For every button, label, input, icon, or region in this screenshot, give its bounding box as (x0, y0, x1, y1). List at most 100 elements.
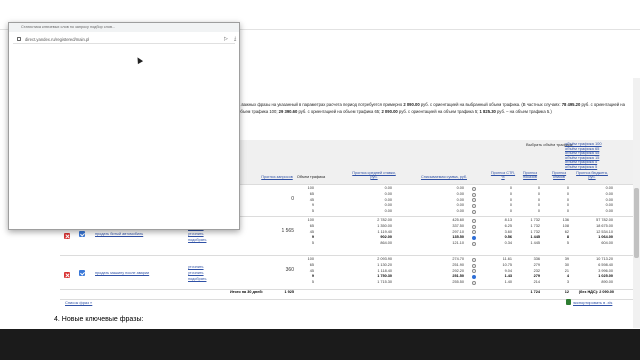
popup-window[interactable]: Статистика ключевых слов по запросу подб… (8, 22, 240, 230)
cell-ctr: 10.75 (502, 262, 512, 267)
traffic-radio-button[interactable] (472, 230, 476, 235)
traffic-radio-button[interactable] (472, 224, 476, 229)
phrase-link[interactable]: продать битый автомобиль (95, 232, 143, 238)
traffic-radio-button[interactable] (472, 281, 476, 285)
phrase-checkbox[interactable] (79, 270, 85, 276)
cell-bid: 1 130.20 (377, 262, 392, 267)
traffic-radio-button[interactable] (472, 218, 476, 223)
phrase-list-link[interactable]: Список фраз » (65, 300, 92, 305)
cell-ctr: 0 (509, 186, 512, 190)
phrase-action-link[interactable]: подобрать (188, 277, 206, 283)
cell-clicks: 0 (566, 191, 569, 196)
cell-budget: 12 534.10 (596, 229, 613, 234)
phrase-action-link[interactable]: уточнить (188, 265, 204, 271)
traffic-radio-button[interactable] (472, 275, 476, 280)
traffic-radio-button[interactable] (472, 257, 476, 262)
popup-address-bar[interactable]: direct.yandex.ru/registered/main.pl ▷ ⤓ (13, 35, 236, 44)
cell-bid: 0.00 (384, 197, 392, 202)
traffic-radio-button[interactable] (472, 269, 476, 274)
cell-traffic: 45 (309, 197, 314, 202)
divider (60, 299, 633, 300)
cell-traffic: 45 (309, 229, 314, 234)
page-scrollbar[interactable] (633, 78, 640, 328)
notice-amount: 2 090.00 (403, 102, 420, 107)
cell-ctr: 0 (509, 209, 512, 214)
cell-traffic: 100 (307, 257, 314, 261)
cell-traffic: 100 (307, 218, 314, 222)
phrase-action-link[interactable]: уточнить (188, 232, 204, 238)
cell-ctr: 3.60 (504, 229, 512, 234)
cell-traffic: 65 (309, 191, 314, 196)
phrase-action-link[interactable]: уточнить (188, 271, 204, 277)
column-header-queries[interactable]: Прогноз запросов (255, 175, 299, 179)
phrase-action-link[interactable]: подобрать (188, 238, 206, 244)
cell-shows: 279 (533, 262, 540, 267)
cell-spend: 0.00 (456, 191, 464, 196)
cell-shows: 0 (537, 186, 540, 190)
cell-shows: 232 (533, 268, 540, 273)
cell-ctr: 6.25 (504, 223, 512, 228)
cell-clicks: 108 (562, 223, 569, 228)
cell-bid: 0.00 (384, 186, 392, 190)
cell-shows: 214 (533, 280, 540, 285)
cell-traffic: 65 (309, 262, 314, 267)
cell-budget: 0.00 (605, 197, 613, 202)
phrase-link[interactable]: продать машину после аварии (95, 271, 149, 277)
traffic-radio-button[interactable] (472, 204, 476, 209)
cell-bid: 0.00 (384, 203, 392, 208)
popup-title: Статистика ключевых слов по запросу подб… (21, 25, 116, 29)
download-icon[interactable]: ⤓ (234, 36, 236, 42)
cell-bid: 1 119.40 (377, 229, 393, 234)
delete-phrase-icon[interactable] (64, 272, 70, 278)
popup-title-bar[interactable]: Статистика ключевых слов по запросу подб… (9, 23, 239, 32)
traffic-radio-button[interactable] (472, 192, 476, 197)
column-header-ctr[interactable]: Прогноз CTR, % (490, 171, 516, 180)
send-icon[interactable]: ▷ (224, 36, 228, 42)
cell-ctr: 1.43 (504, 274, 512, 279)
cell-shows: 0 (537, 203, 540, 208)
divider (60, 255, 633, 256)
popup-url[interactable]: direct.yandex.ru/registered/main.pl (25, 37, 89, 42)
cell-spend: 274.70 (452, 257, 464, 261)
cell-budget: 1 025.00 (598, 274, 613, 279)
traffic-radio-button[interactable] (472, 236, 476, 241)
column-header-budget[interactable]: Прогноз бюджета, руб. (575, 171, 609, 180)
traffic-radio-button[interactable] (472, 210, 476, 214)
traffic-radio-button[interactable] (472, 242, 476, 246)
delete-phrase-icon[interactable] (64, 233, 70, 239)
cell-traffic: 9 (311, 235, 314, 240)
cell-spend: 251.50 (452, 274, 464, 279)
notice-text: руб. с ориентацией на объем трафика 5; (397, 109, 480, 114)
traffic-radio-button[interactable] (472, 263, 476, 268)
cell-budget: 57 782.00 (596, 218, 613, 222)
phrase-checkbox[interactable] (79, 231, 85, 237)
cell-clicks: 8 (566, 235, 569, 240)
cell-clicks: 4 (566, 274, 569, 279)
scrollbar-thumb[interactable] (634, 188, 639, 258)
cell-clicks: 0 (566, 197, 569, 202)
export-xls-link[interactable]: экспортировать в .xls (573, 300, 612, 305)
cell-budget: 890.00 (601, 280, 613, 285)
totals-clicks: 12 (564, 290, 569, 294)
queries-forecast: 1 565 (281, 228, 294, 234)
cell-traffic: 5 (311, 241, 314, 246)
cell-bid: 1 715.30 (377, 280, 392, 285)
cell-shows: 0 (537, 197, 540, 202)
column-header-shows[interactable]: Прогноз показов (517, 171, 543, 180)
cell-traffic: 9 (311, 274, 314, 279)
cell-shows: 1 732 (530, 223, 540, 228)
traffic-option-link[interactable]: объём трафика 5 (565, 164, 602, 170)
cell-clicks: 136 (562, 218, 569, 222)
cell-ctr: 0.34 (504, 241, 512, 246)
column-header-clicks[interactable]: Прогноз кликов (546, 171, 572, 180)
traffic-radio-button[interactable] (472, 186, 476, 191)
cell-shows: 1 732 (530, 218, 540, 222)
cell-spend: 251.90 (452, 262, 464, 267)
notice-text: руб. с ориентацией на выбранный объем тр… (419, 102, 562, 107)
cell-spend: 0.00 (456, 209, 464, 214)
column-header-spend[interactable]: Списываемая сумма, руб. (418, 175, 470, 179)
traffic-radio-button[interactable] (472, 198, 476, 203)
cell-spend: 297.10 (452, 229, 464, 234)
totals-budget: (без НДС): 2 090.00 (578, 290, 614, 294)
column-header-avg-bid[interactable]: Прогноз средней ставки, руб. (352, 171, 396, 180)
